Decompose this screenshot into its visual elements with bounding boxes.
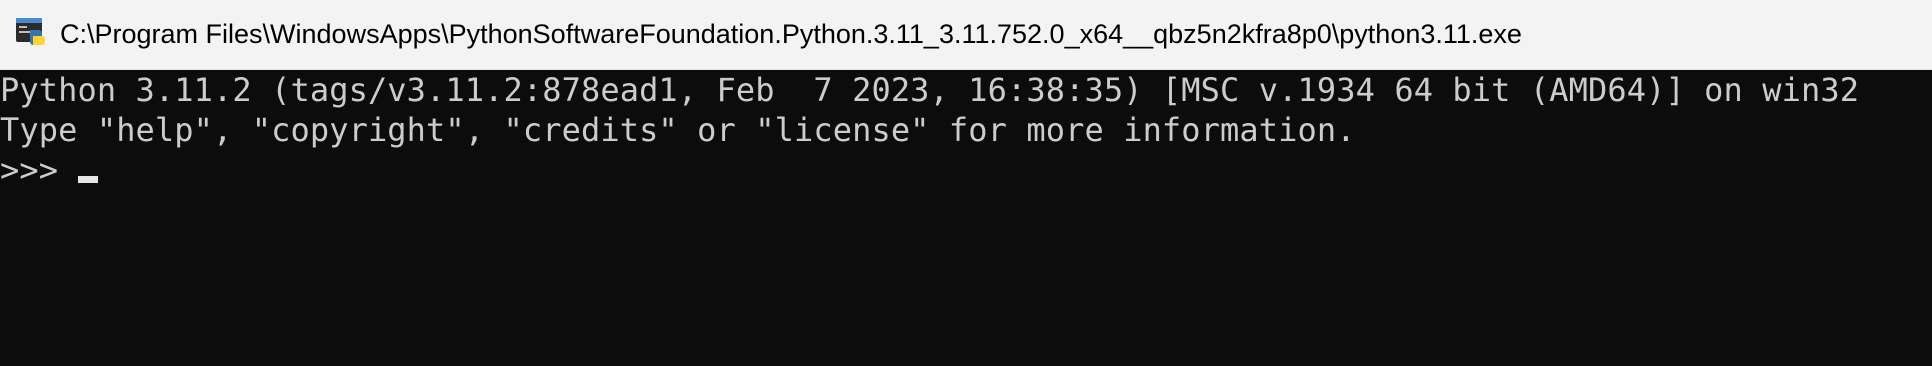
console-line-version: Python 3.11.2 (tags/v3.11.2:878ead1, Feb…: [0, 71, 1860, 109]
python-console-icon: [16, 18, 45, 45]
text-cursor: [78, 176, 99, 183]
console-prompt: >>>: [0, 151, 59, 189]
window-title: C:\Program Files\WindowsApps\PythonSoftw…: [60, 19, 1522, 49]
console-output[interactable]: Python 3.11.2 (tags/v3.11.2:878ead1, Feb…: [0, 70, 1932, 366]
title-bar[interactable]: C:\Program Files\WindowsApps\PythonSoftw…: [0, 0, 1932, 70]
python-console-window: C:\Program Files\WindowsApps\PythonSoftw…: [0, 0, 1932, 366]
console-prompt-line[interactable]: >>>: [0, 150, 99, 190]
console-line-help: Type "help", "copyright", "credits" or "…: [0, 111, 1356, 149]
